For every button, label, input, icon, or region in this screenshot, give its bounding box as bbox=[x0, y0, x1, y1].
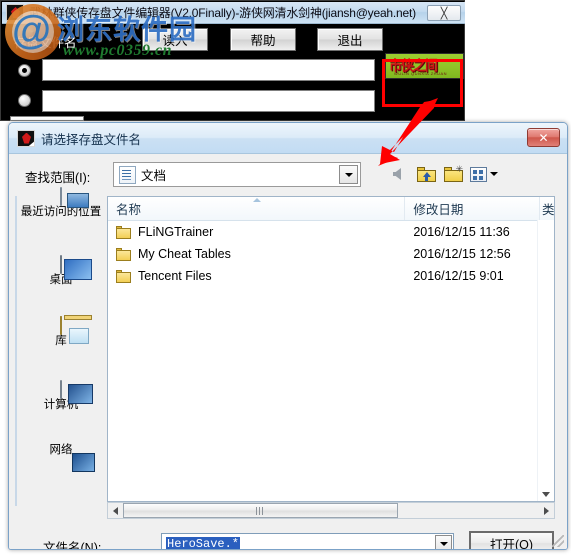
resize-grip[interactable] bbox=[552, 535, 564, 547]
file-open-dialog: 请选择存盘文件名 ✕ 查找范围(I): 文档 ✳ 最近访问的位置 桌面 库 计算… bbox=[8, 122, 568, 550]
desktop-icon bbox=[60, 255, 62, 274]
editor-window-title: 武林群侠传存盘文件编辑器(V2.0Finally)-游侠网清水剑神(jiansh… bbox=[29, 6, 416, 20]
path-radio-1[interactable] bbox=[18, 64, 31, 77]
exit-button[interactable]: 退出 bbox=[317, 28, 383, 51]
dialog-title: 请选择存盘文件名 bbox=[41, 132, 142, 147]
place-label: 最近访问的位置 bbox=[20, 206, 102, 218]
dialog-app-icon bbox=[17, 129, 35, 147]
help-button[interactable]: 帮助 bbox=[230, 28, 296, 51]
filename-input[interactable]: HeroSave.* bbox=[161, 533, 454, 550]
dialog-body: 查找范围(I): 文档 ✳ 最近访问的位置 桌面 库 计算机 网络 名称 修改日… bbox=[9, 154, 567, 549]
sort-ascending-icon bbox=[253, 198, 261, 202]
file-list-vertical-scrollbar[interactable] bbox=[537, 220, 554, 501]
lookin-dropdown-arrow[interactable] bbox=[339, 165, 358, 184]
file-modified-cell: 2016/12/15 12:56 bbox=[413, 247, 511, 261]
savefile-section-label: 存盘文件名 bbox=[14, 36, 77, 50]
scroll-left-button[interactable] bbox=[108, 503, 123, 518]
place-computer[interactable]: 计算机 bbox=[17, 380, 105, 412]
file-list[interactable]: 名称 修改日期 类 FLiNGTrainer 2016/12/15 11:36 … bbox=[107, 196, 555, 502]
place-library[interactable]: 库 bbox=[17, 316, 105, 348]
editor-app-icon bbox=[6, 4, 24, 21]
place-desktop[interactable]: 桌面 bbox=[17, 255, 105, 287]
file-list-header: 名称 修改日期 类 bbox=[108, 197, 554, 221]
file-modified-cell: 2016/12/15 9:01 bbox=[413, 269, 504, 283]
file-modified-cell: 2016/12/15 11:36 bbox=[413, 225, 510, 239]
path-radio-2[interactable] bbox=[18, 94, 31, 107]
file-name-cell: FLiNGTrainer bbox=[108, 225, 405, 239]
table-row[interactable]: Tencent Files 2016/12/15 9:01 文 bbox=[108, 265, 554, 287]
read-button[interactable]: 读入 bbox=[142, 28, 208, 51]
editor-titlebar: 武林群侠传存盘文件编辑器(V2.0Finally)-游侠网清水剑神(jiansh… bbox=[2, 2, 465, 24]
new-folder-icon[interactable]: ✳ bbox=[442, 164, 464, 184]
scroll-down-button[interactable] bbox=[540, 488, 552, 500]
folder-icon bbox=[116, 269, 131, 283]
documents-folder-icon bbox=[119, 165, 136, 184]
column-header-modified[interactable]: 修改日期 bbox=[405, 197, 541, 220]
dialog-titlebar: 请选择存盘文件名 ✕ bbox=[9, 123, 567, 154]
filename-label: 文件名(N): bbox=[43, 541, 102, 550]
place-label: 库 bbox=[55, 335, 67, 347]
lookin-label: 查找范围(I): bbox=[25, 171, 91, 185]
path-input-2[interactable] bbox=[42, 90, 375, 112]
filename-dropdown-arrow[interactable] bbox=[435, 535, 452, 549]
table-row[interactable]: My Cheat Tables 2016/12/15 12:56 文 bbox=[108, 243, 554, 265]
browse-button-highlight bbox=[382, 59, 463, 107]
up-one-level-icon[interactable] bbox=[415, 164, 437, 184]
column-header-name[interactable]: 名称 bbox=[108, 197, 406, 220]
places-bar: 最近访问的位置 桌面 库 计算机 网络 bbox=[15, 187, 105, 506]
path-input-1[interactable] bbox=[42, 59, 375, 81]
lookin-combobox[interactable]: 文档 bbox=[113, 162, 361, 187]
dialog-close-button[interactable]: ✕ bbox=[527, 128, 560, 147]
place-recent[interactable]: 最近访问的位置 bbox=[17, 187, 105, 219]
file-name-cell: My Cheat Tables bbox=[108, 247, 405, 261]
computer-icon bbox=[60, 380, 62, 399]
table-row[interactable]: FLiNGTrainer 2016/12/15 11:36 文 bbox=[108, 221, 554, 243]
folder-icon bbox=[116, 247, 131, 261]
file-name-cell: Tencent Files bbox=[108, 269, 405, 283]
back-arrow-icon[interactable] bbox=[386, 164, 408, 184]
place-network[interactable]: 网络 bbox=[17, 444, 105, 457]
open-button[interactable]: 打开(O) bbox=[469, 531, 554, 549]
scrollbar-thumb[interactable] bbox=[123, 503, 398, 518]
library-icon bbox=[60, 316, 62, 335]
column-header-type[interactable]: 类 bbox=[540, 197, 554, 220]
views-dropdown-icon[interactable] bbox=[467, 164, 501, 184]
lookin-value: 文档 bbox=[141, 169, 167, 183]
editor-close-button[interactable]: ╳ bbox=[427, 5, 461, 21]
filename-value: HeroSave.* bbox=[166, 536, 241, 550]
scroll-right-button[interactable] bbox=[539, 503, 554, 518]
folder-icon bbox=[116, 225, 131, 239]
file-list-horizontal-scrollbar[interactable] bbox=[107, 502, 555, 519]
bottom-strip bbox=[10, 116, 84, 121]
recent-places-icon bbox=[60, 187, 62, 206]
